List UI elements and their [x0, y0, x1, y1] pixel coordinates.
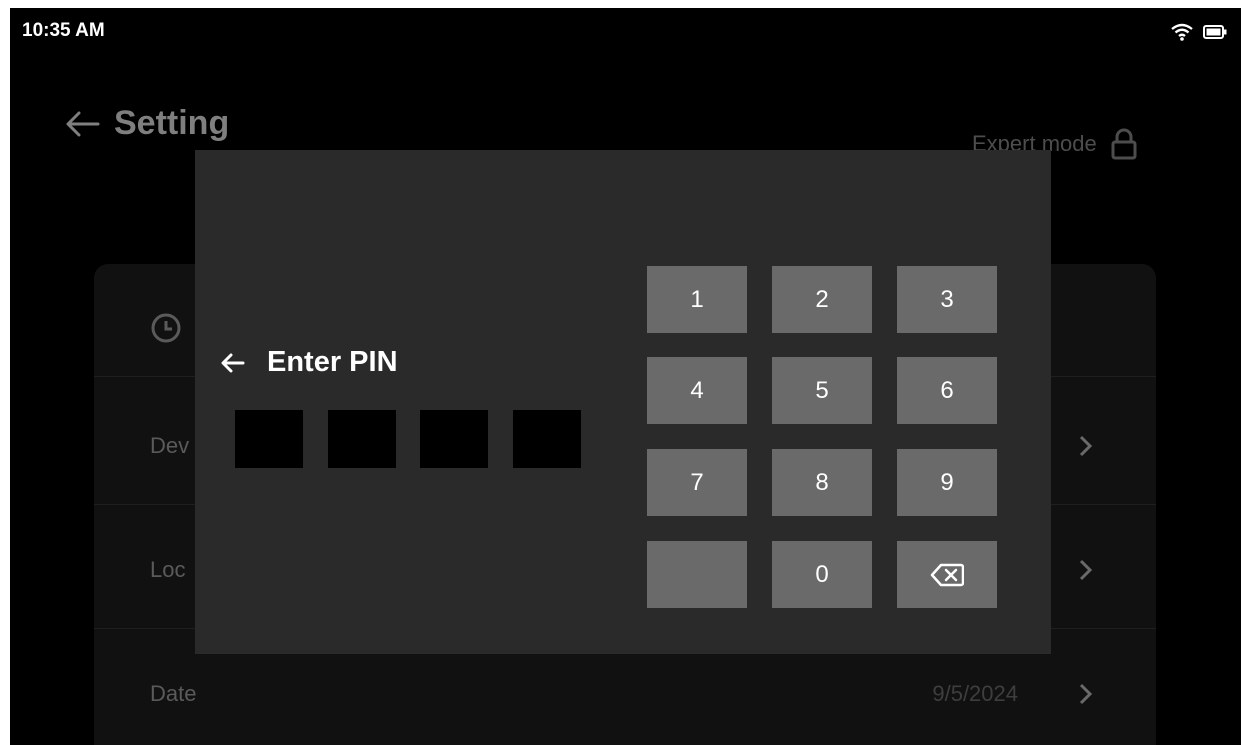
settings-row-label: Dev	[150, 433, 190, 458]
key-8[interactable]: 8	[772, 449, 872, 516]
settings-row-label: Loc	[150, 557, 186, 582]
status-time: 10:35 AM	[22, 20, 105, 41]
page-title: Setting	[114, 104, 230, 142]
device-screen: 10:35 AM Setting Expert mode Dev Loc Dat…	[10, 8, 1241, 745]
key-4[interactable]: 4	[647, 357, 747, 424]
backspace-button[interactable]	[897, 541, 997, 608]
backspace-icon	[930, 563, 964, 586]
page-header: Setting	[64, 104, 229, 143]
back-arrow-icon[interactable]	[64, 110, 100, 138]
key-9[interactable]: 9	[897, 449, 997, 516]
pin-digit-box	[420, 410, 488, 468]
pin-digit-box	[235, 410, 303, 468]
chevron-right-icon	[1079, 435, 1093, 457]
lock-icon	[1111, 128, 1137, 160]
pin-title: Enter PIN	[267, 346, 398, 378]
wifi-icon	[1171, 23, 1193, 41]
key-1[interactable]: 1	[647, 266, 747, 333]
battery-icon	[1203, 25, 1227, 39]
chevron-right-icon	[1079, 559, 1093, 581]
key-5[interactable]: 5	[772, 357, 872, 424]
pin-digit-box	[513, 410, 581, 468]
key-3[interactable]: 3	[897, 266, 997, 333]
arrow-left-icon[interactable]	[221, 353, 245, 373]
key-blank	[647, 541, 747, 608]
pin-digit-box	[328, 410, 396, 468]
pin-dialog: Enter PIN 1 2 3 4 5 6 7 8 9 0	[195, 150, 1051, 654]
settings-row-label: Date	[150, 681, 197, 706]
key-7[interactable]: 7	[647, 449, 747, 516]
key-2[interactable]: 2	[772, 266, 872, 333]
chevron-right-icon	[1079, 683, 1093, 705]
pin-header: Enter PIN	[221, 346, 398, 379]
date-value: 9/5/2024	[932, 681, 1018, 706]
key-6[interactable]: 6	[897, 357, 997, 424]
clock-icon	[151, 313, 181, 343]
key-0[interactable]: 0	[772, 541, 872, 608]
status-icons	[1171, 23, 1227, 41]
